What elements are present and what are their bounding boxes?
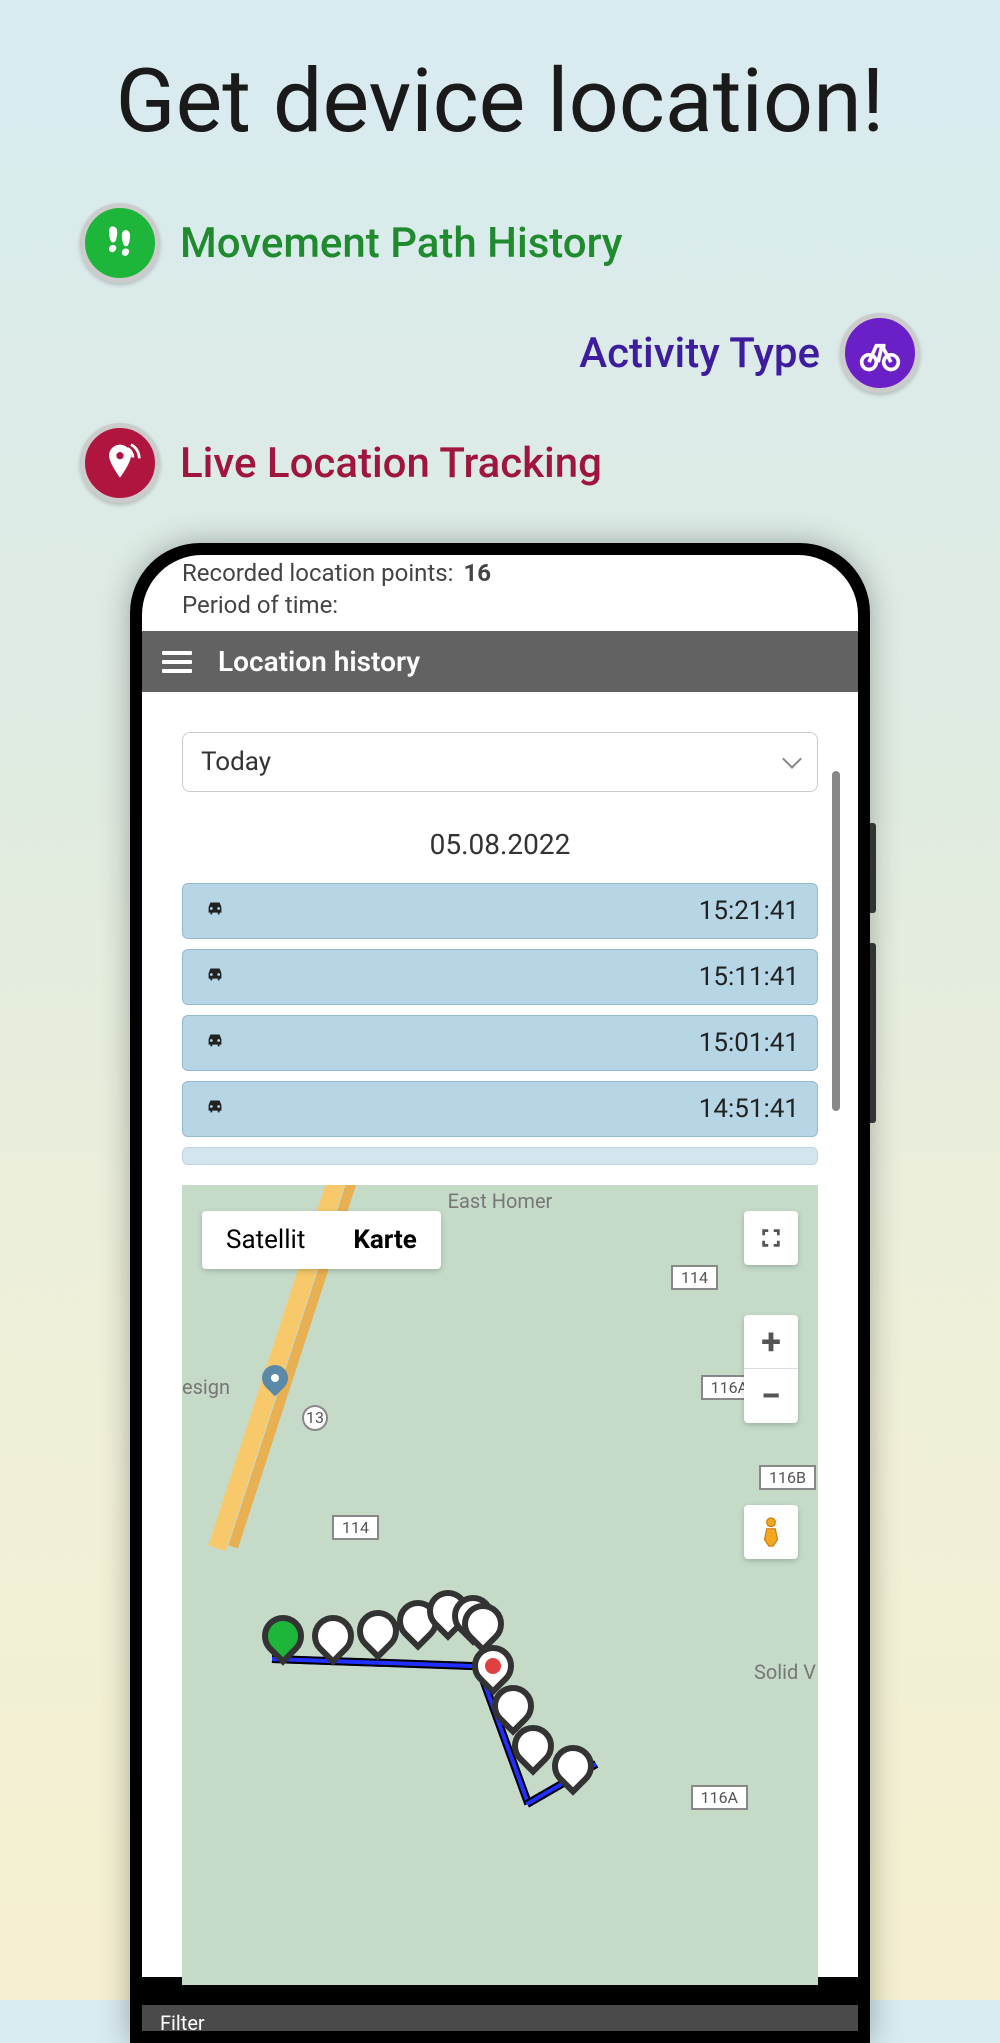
features-list: Movement Path History Activity Type Live… [0,203,1000,503]
map-marker[interactable] [357,1610,399,1664]
list-item[interactable]: 15:11:41 [182,949,818,1005]
map-marker[interactable] [312,1615,354,1669]
map-place-label: esign [182,1375,230,1399]
zoom-controls: + − [744,1315,798,1423]
point-time: 14:51:41 [699,1094,799,1124]
map-place-label: East Homer [448,1189,553,1213]
car-icon [201,1028,229,1058]
zoom-out-button[interactable]: − [744,1369,798,1423]
filter-label: Filter [142,2005,858,2031]
list-item[interactable]: 14:51:41 [182,1081,818,1137]
live-location-icon [80,423,160,503]
car-icon [201,896,229,926]
recorded-points-text: Recorded location points:16 [142,559,858,591]
route-badge: 114 [671,1265,718,1290]
fullscreen-button[interactable] [744,1211,798,1265]
map[interactable]: East Homer esign Solid V 114 114 116A 11… [182,1185,818,1985]
period-label: Period of time: [142,591,858,631]
hamburger-menu-icon[interactable] [162,651,192,673]
route-badge: 116B [759,1465,816,1490]
map-marker[interactable] [552,1745,594,1799]
app-header: Location history [142,631,858,692]
phone-side-button [870,823,876,913]
feature-activity: Activity Type [80,313,920,393]
phone-side-button [870,943,876,1123]
bicycle-icon [840,313,920,393]
scrollbar[interactable] [832,771,840,1111]
point-time: 15:21:41 [699,896,799,926]
point-time: 15:11:41 [699,962,799,992]
feature-activity-label: Activity Type [579,329,820,378]
phone-frame: 15:31 100 Recorded location p [130,543,870,2043]
list-item[interactable] [182,1147,818,1165]
car-icon [201,1094,229,1124]
car-icon [201,962,229,992]
route-badge: 114 [332,1515,379,1540]
period-value: Today [201,747,271,777]
feature-live-label: Live Location Tracking [180,439,602,488]
map-type-toggle: Satellit Karte [202,1211,441,1269]
feature-movement-label: Movement Path History [180,219,622,268]
map-type-map[interactable]: Karte [329,1211,440,1269]
app-title: Location history [218,645,420,678]
map-marker-start[interactable] [262,1615,304,1669]
period-dropdown[interactable]: Today [182,732,818,792]
hero-title: Get device location! [0,0,1000,153]
feature-movement: Movement Path History [80,203,920,283]
route-badge: 13 [302,1405,328,1431]
feature-live: Live Location Tracking [80,423,920,503]
chevron-down-icon [782,749,802,769]
route-badge: 116A [691,1785,748,1810]
list-item[interactable]: 15:01:41 [182,1015,818,1071]
zoom-in-button[interactable]: + [744,1315,798,1369]
date-header: 05.08.2022 [182,828,818,861]
streetview-pegman[interactable] [744,1505,798,1559]
points-list: 15:21:41 15:11:41 15:01:41 14:51:41 [182,883,818,1165]
map-marker[interactable] [512,1725,554,1779]
map-type-satellite[interactable]: Satellit [202,1211,329,1269]
point-time: 15:01:41 [699,1028,799,1058]
list-item[interactable]: 15:21:41 [182,883,818,939]
footprints-icon [80,203,160,283]
map-place-label: Solid V [754,1660,816,1684]
